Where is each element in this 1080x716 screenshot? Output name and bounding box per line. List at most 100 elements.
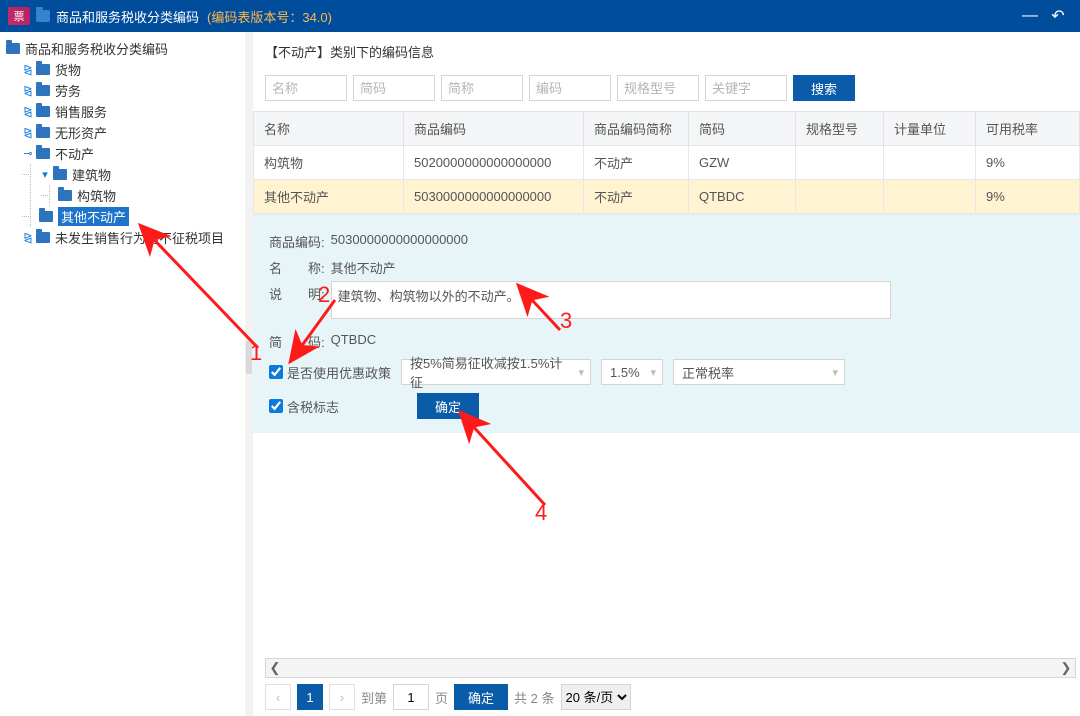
folder-icon — [36, 232, 50, 243]
collapse-icon: ⧎ — [22, 63, 34, 76]
tree-node-building[interactable]: ▾ 建筑物 — [31, 164, 244, 185]
goto-label: 到第 — [361, 688, 387, 707]
tree-node-nontax[interactable]: ⧎ 未发生销售行为的不征税项目 — [0, 227, 244, 248]
folder-icon — [36, 106, 50, 117]
splitter[interactable] — [245, 32, 253, 716]
cell — [884, 180, 976, 214]
tree-node-goods[interactable]: ⧎ 货物 — [0, 59, 244, 80]
section-heading: 【不动产】类别下的编码信息 — [253, 38, 1080, 65]
folder-icon — [36, 148, 50, 159]
cell — [884, 146, 976, 180]
tree-label: 建筑物 — [72, 165, 111, 184]
search-button[interactable]: 搜索 — [793, 75, 855, 101]
horizontal-scrollbar[interactable]: ❮ ❯ — [265, 658, 1076, 678]
tax-included-checkbox[interactable]: 含税标志 — [269, 397, 339, 416]
select-value: 1.5% — [610, 365, 640, 380]
folder-icon — [36, 85, 50, 96]
col-shortname[interactable]: 商品编码简称 — [584, 112, 689, 146]
tree-label: 未发生销售行为的不征税项目 — [55, 228, 224, 247]
tree-root[interactable]: 商品和服务税收分类编码 — [0, 38, 244, 59]
pagination: ‹ 1 › 到第 页 确定 共 2 条 20 条/页 — [265, 684, 631, 710]
tree-node-structure[interactable]: 构筑物 — [50, 185, 244, 206]
folder-icon — [36, 64, 50, 75]
app-logo: 票 — [8, 7, 30, 25]
next-page-button[interactable]: › — [329, 684, 355, 710]
table-row[interactable]: 构筑物 5020000000000000000 不动产 GZW 9% — [254, 146, 1080, 180]
tree-label: 劳务 — [55, 81, 81, 100]
tree-label-selected: 其他不动产 — [58, 207, 129, 226]
content-panel: 【不动产】类别下的编码信息 搜索 名称 商品编码 商品编码简称 简码 规格型号 … — [253, 32, 1080, 716]
search-code-input[interactable] — [529, 75, 611, 101]
policy-select[interactable]: 按5%简易征收减按1.5%计征 — [401, 359, 591, 385]
detail-code-label: 商品编码: — [269, 229, 325, 251]
use-preference-checkbox[interactable]: 是否使用优惠政策 — [269, 363, 391, 382]
checkbox-label: 是否使用优惠政策 — [287, 363, 391, 382]
scroll-right-icon[interactable]: ❯ — [1057, 660, 1075, 676]
minimize-button[interactable]: — — [1016, 7, 1044, 25]
table-row-selected[interactable]: 其他不动产 5030000000000000000 不动产 QTBDC 9% — [254, 180, 1080, 214]
confirm-button[interactable]: 确定 — [417, 393, 479, 419]
detail-short-label: 简 码: — [269, 329, 325, 351]
version-label: (编码表版本号：34.0) — [207, 7, 332, 26]
rate-select[interactable]: 1.5% — [601, 359, 663, 385]
tree-node-other-realestate[interactable]: 其他不动产 — [31, 206, 244, 227]
search-shortcode-input[interactable] — [353, 75, 435, 101]
search-name-input[interactable] — [265, 75, 347, 101]
category-tree-panel: 商品和服务税收分类编码 ⧎货物 ⧎劳务 ⧎销售服务 ⧎无形资产 ⊸不动产 ▾建筑… — [0, 32, 245, 716]
page-size-select[interactable]: 20 条/页 — [561, 684, 631, 710]
detail-desc-label: 说 明: — [269, 281, 325, 303]
tree-label: 货物 — [55, 60, 81, 79]
page-unit-label: 页 — [435, 688, 448, 707]
total-label: 共 2 条 — [514, 688, 554, 707]
scroll-left-icon[interactable]: ❮ — [266, 660, 284, 676]
col-unit[interactable]: 计量单位 — [884, 112, 976, 146]
checkbox-label: 含税标志 — [287, 397, 339, 416]
tree-node-realestate[interactable]: ⊸ 不动产 — [0, 143, 244, 164]
page-current[interactable]: 1 — [297, 684, 323, 710]
cell — [796, 180, 884, 214]
search-spec-input[interactable] — [617, 75, 699, 101]
tree-label: 销售服务 — [55, 102, 107, 121]
tree-label: 构筑物 — [77, 186, 116, 205]
tree-label: 无形资产 — [55, 123, 107, 142]
tree-node-service[interactable]: ⧎ 销售服务 — [0, 101, 244, 122]
folder-icon — [39, 211, 53, 222]
detail-panel: 商品编码:5030000000000000000 名 称:其他不动产 说 明: … — [253, 214, 1080, 433]
tree-label: 不动产 — [55, 144, 94, 163]
expand-icon: ▾ — [39, 168, 51, 181]
cell: 9% — [976, 180, 1080, 214]
search-keyword-input[interactable] — [705, 75, 787, 101]
search-row: 搜索 — [253, 65, 1080, 111]
col-spec[interactable]: 规格型号 — [796, 112, 884, 146]
tree-node-intangible[interactable]: ⧎无形资产 — [0, 122, 244, 143]
select-value: 正常税率 — [682, 363, 734, 382]
back-button[interactable]: ↶ — [1044, 6, 1072, 26]
goto-page-input[interactable] — [393, 684, 429, 710]
rate-type-select[interactable]: 正常税率 — [673, 359, 845, 385]
result-table: 名称 商品编码 商品编码简称 简码 规格型号 计量单位 可用税率 构筑物 502… — [253, 111, 1080, 214]
cell: 不动产 — [584, 180, 689, 214]
collapse-icon: ⧎ — [22, 231, 34, 244]
search-shortname-input[interactable] — [441, 75, 523, 101]
detail-name-value: 其他不动产 — [331, 255, 396, 277]
collapse-icon: ⧎ — [22, 84, 34, 97]
collapse-icon: ⧎ — [22, 105, 34, 118]
col-code[interactable]: 商品编码 — [404, 112, 584, 146]
prev-page-button[interactable]: ‹ — [265, 684, 291, 710]
tree-root-label: 商品和服务税收分类编码 — [25, 39, 168, 58]
col-rate[interactable]: 可用税率 — [976, 112, 1080, 146]
cell: 不动产 — [584, 146, 689, 180]
cell: 9% — [976, 146, 1080, 180]
detail-code-value: 5030000000000000000 — [331, 229, 468, 247]
expand-icon: ⊸ — [22, 147, 34, 160]
detail-name-label: 名 称: — [269, 255, 325, 277]
tree-node-labor[interactable]: ⧎ 劳务 — [0, 80, 244, 101]
goto-confirm-button[interactable]: 确定 — [454, 684, 508, 710]
col-name[interactable]: 名称 — [254, 112, 404, 146]
folder-icon — [6, 43, 20, 54]
detail-desc-textarea[interactable] — [331, 281, 891, 319]
cell: GZW — [689, 146, 796, 180]
cell: 5030000000000000000 — [404, 180, 584, 214]
col-shortcode[interactable]: 简码 — [689, 112, 796, 146]
cell: 构筑物 — [254, 146, 404, 180]
